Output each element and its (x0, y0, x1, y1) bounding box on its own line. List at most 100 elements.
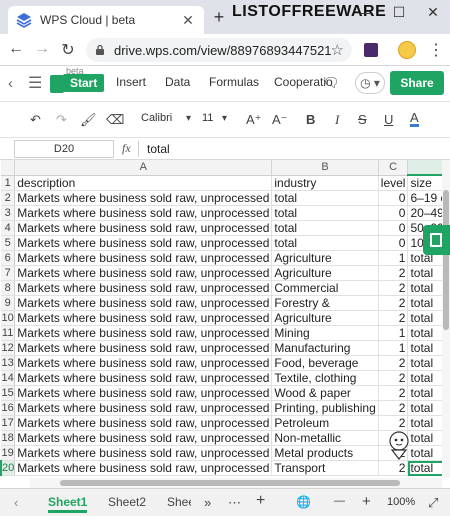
select-all-corner[interactable] (1, 160, 16, 176)
cell-description[interactable]: Markets where business sold raw, unproce… (14, 430, 273, 446)
cell-level[interactable]: 2 (378, 415, 409, 431)
cell-description[interactable]: Markets where business sold raw, unproce… (14, 250, 273, 266)
column-header-a[interactable]: A (14, 160, 273, 176)
cell-industry[interactable]: Forestry & (271, 295, 379, 311)
row-header[interactable]: 18 (1, 430, 16, 446)
redo-icon[interactable]: ↷ (56, 112, 67, 128)
window-minimize-icon[interactable]: — (357, 4, 375, 20)
cell-size[interactable]: total (407, 400, 442, 416)
cell-description[interactable]: Markets where business sold raw, unproce… (14, 205, 273, 221)
cell-industry[interactable]: total (271, 205, 379, 221)
row-header[interactable]: 14 (1, 370, 16, 386)
cell-description[interactable]: Markets where business sold raw, unproce… (14, 415, 273, 431)
format-painter-icon[interactable]: 🖌 (80, 112, 97, 128)
cell-description[interactable]: Markets where business sold raw, unproce… (14, 295, 273, 311)
cell-level[interactable]: 2 (378, 355, 409, 371)
underline-button[interactable]: U (384, 112, 393, 127)
row-header[interactable]: 16 (1, 400, 16, 416)
cell-industry[interactable]: total (271, 220, 379, 236)
cell-level[interactable]: 2 (378, 385, 409, 401)
cell-level[interactable]: 2 (378, 265, 409, 281)
cell-industry[interactable]: Agriculture (271, 310, 379, 326)
app-back-icon[interactable]: ‹ (8, 75, 13, 92)
cell-description[interactable]: Markets where business sold raw, unproce… (14, 400, 273, 416)
forward-icon[interactable]: → (32, 40, 52, 58)
bookmark-star-icon[interactable]: ☆ (331, 41, 344, 59)
spreadsheet-grid[interactable]: A B C D E 1descriptionindustrylevelsizel… (0, 160, 442, 478)
menu-formulas[interactable]: Formulas (209, 75, 259, 89)
assistant-mascot-icon[interactable] (386, 430, 412, 460)
menu-start[interactable]: Start (63, 74, 105, 92)
window-maximize-icon[interactable]: ☐ (390, 4, 408, 21)
comment-icon[interactable]: 🗨 (323, 75, 340, 91)
cell-size[interactable]: total (407, 415, 442, 431)
column-header-c[interactable]: C (378, 160, 409, 176)
history-button[interactable]: ◷ ▾ (355, 72, 385, 94)
cell-description[interactable]: description (14, 175, 273, 191)
fx-icon[interactable]: fx (122, 141, 131, 156)
cell-level[interactable]: 0 (378, 205, 409, 221)
cell-size[interactable]: total (407, 280, 442, 296)
cell-reference-box[interactable]: D20 (14, 140, 114, 158)
cell-industry[interactable]: Agriculture (271, 265, 379, 281)
italic-button[interactable]: I (335, 112, 339, 128)
vertical-scroll-thumb[interactable] (443, 190, 449, 330)
cell-industry[interactable]: Manufacturing (271, 340, 379, 356)
cell-size[interactable]: size (407, 175, 442, 191)
cell-industry[interactable]: total (271, 190, 379, 206)
extension-icon[interactable] (364, 43, 378, 57)
row-header[interactable]: 12 (1, 340, 16, 356)
more-sheets-icon[interactable]: » (204, 495, 211, 510)
row-header[interactable]: 2 (1, 190, 16, 206)
undo-icon[interactable]: ↶ (30, 112, 41, 128)
cell-size[interactable]: 20–49 employees (407, 205, 442, 221)
cell-size[interactable]: total (407, 370, 442, 386)
sheet-tab-3[interactable]: Sheet3 (167, 495, 191, 509)
cell-industry[interactable]: Textile, clothing (271, 370, 379, 386)
menu-insert[interactable]: Insert (116, 75, 146, 89)
row-header[interactable]: 10 (1, 310, 16, 326)
zoom-out-icon[interactable]: — (334, 495, 345, 507)
cell-level[interactable]: 2 (378, 295, 409, 311)
url-field[interactable]: drive.wps.com/view/88976893447521 ☆ (86, 38, 352, 62)
font-name-select[interactable]: Calibri (141, 112, 172, 124)
cell-description[interactable]: Markets where business sold raw, unproce… (14, 190, 273, 206)
cell-level[interactable]: 2 (378, 310, 409, 326)
cell-industry[interactable]: Metal products (271, 445, 379, 461)
profile-avatar[interactable] (398, 41, 416, 59)
cell-description[interactable]: Markets where business sold raw, unproce… (14, 340, 273, 356)
cell-industry[interactable]: Mining (271, 325, 379, 341)
row-header[interactable]: 3 (1, 205, 16, 221)
row-header[interactable]: 20 (0, 460, 16, 476)
cell-description[interactable]: Markets where business sold raw, unproce… (14, 445, 273, 461)
cell-industry[interactable]: Food, beverage (271, 355, 379, 371)
row-header[interactable]: 5 (1, 235, 16, 251)
prev-sheet-icon[interactable]: ‹ (14, 495, 18, 510)
cell-size[interactable]: total (407, 385, 442, 401)
reload-icon[interactable]: ↻ (58, 40, 78, 60)
cell-description[interactable]: Markets where business sold raw, unproce… (14, 220, 273, 236)
expand-icon[interactable]: ⤢ (428, 495, 438, 511)
back-icon[interactable]: ← (6, 40, 26, 58)
cell-size[interactable]: total (407, 295, 442, 311)
cell-industry[interactable]: total (271, 235, 379, 251)
zoom-in-icon[interactable]: + (362, 493, 371, 510)
row-header[interactable]: 4 (1, 220, 16, 236)
decrease-font-icon[interactable]: A⁻ (272, 112, 288, 128)
row-header[interactable]: 7 (1, 265, 16, 281)
browser-tab[interactable]: WPS Cloud | beta ✕ (8, 6, 204, 34)
cell-description[interactable]: Markets where business sold raw, unproce… (14, 355, 273, 371)
cell-industry[interactable]: Non-metallic (271, 430, 379, 446)
add-sheet-icon[interactable]: + (256, 492, 265, 510)
row-header[interactable]: 17 (1, 415, 16, 431)
cell-level[interactable]: 1 (378, 250, 409, 266)
horizontal-scroll-thumb[interactable] (60, 480, 400, 486)
zoom-level[interactable]: 100% (387, 496, 415, 508)
cell-industry[interactable]: Petroleum (271, 415, 379, 431)
cell-level[interactable]: 2 (378, 280, 409, 296)
cell-industry[interactable]: Printing, publishing (271, 400, 379, 416)
cell-level[interactable]: 0 (378, 190, 409, 206)
new-tab-icon[interactable]: + (210, 8, 228, 26)
cell-level[interactable]: level (378, 175, 409, 191)
cell-size[interactable]: total (407, 430, 442, 446)
